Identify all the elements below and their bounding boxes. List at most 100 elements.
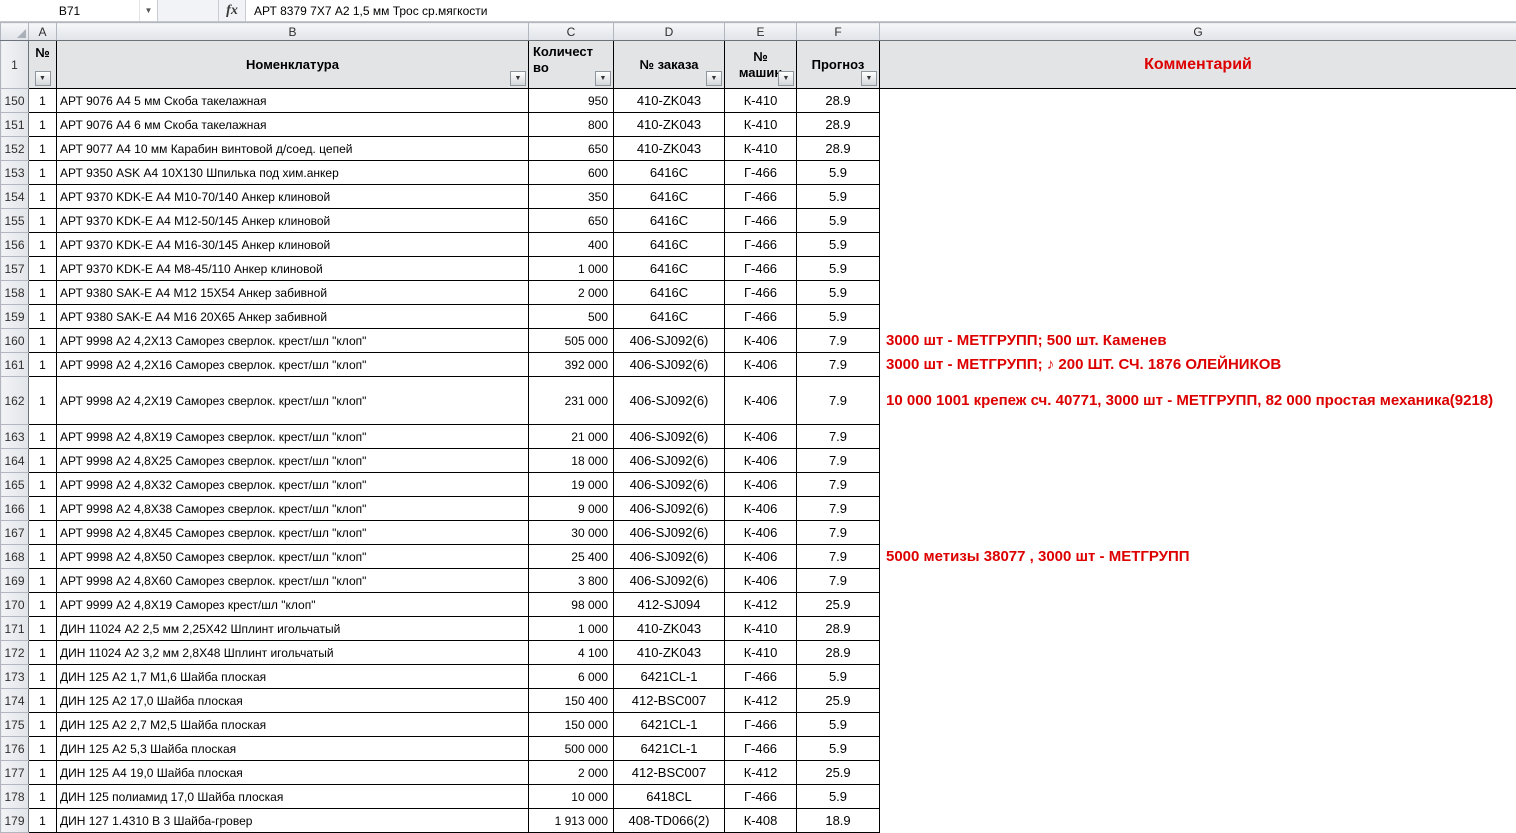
cell-comment[interactable]: 5000 метизы 38077 , 3000 шт - МЕТГРУПП	[880, 545, 1516, 569]
cell-comment[interactable]	[880, 209, 1516, 233]
cell-quantity[interactable]: 9 000	[529, 497, 614, 521]
cell-order-no[interactable]: 6416C	[614, 209, 725, 233]
cell-quantity[interactable]: 4 100	[529, 641, 614, 665]
cell-machine-no[interactable]: К-410	[725, 137, 797, 161]
row-header[interactable]: 172	[1, 641, 29, 665]
cell-no[interactable]: 1	[29, 353, 57, 377]
cell-forecast[interactable]: 25.9	[797, 689, 880, 713]
cell-comment[interactable]	[880, 137, 1516, 161]
cell-nomenclature[interactable]: АРТ 9380 SAK-E А4 М12 15Х54 Анкер забивн…	[57, 281, 529, 305]
cell-no[interactable]: 1	[29, 185, 57, 209]
cell-nomenclature[interactable]: АРТ 9998 А2 4,8Х45 Саморез сверлок. крес…	[57, 521, 529, 545]
cell-no[interactable]: 1	[29, 425, 57, 449]
row-header[interactable]: 151	[1, 113, 29, 137]
cell-order-no[interactable]: 410-ZK043	[614, 113, 725, 137]
cell-order-no[interactable]: 6416C	[614, 305, 725, 329]
row-header[interactable]: 159	[1, 305, 29, 329]
cell-forecast[interactable]: 28.9	[797, 113, 880, 137]
cell-quantity[interactable]: 1 000	[529, 617, 614, 641]
column-header-d[interactable]: D	[614, 23, 725, 41]
cell-machine-no[interactable]: К-408	[725, 809, 797, 833]
cell-comment[interactable]	[880, 185, 1516, 209]
cell-comment[interactable]: 3000 шт - МЕТГРУПП; ♪ 200 ШТ. СЧ. 1876 О…	[880, 353, 1516, 377]
cell-machine-no[interactable]: К-406	[725, 353, 797, 377]
cell-order-no[interactable]: 410-ZK043	[614, 641, 725, 665]
header-cell-forecast[interactable]: Прогноз ▼	[797, 41, 880, 89]
column-header-f[interactable]: F	[797, 23, 880, 41]
cell-nomenclature[interactable]: АРТ 9998 А2 4,2Х19 Саморез сверлок. крес…	[57, 377, 529, 425]
cell-machine-no[interactable]: Г-466	[725, 233, 797, 257]
cell-order-no[interactable]: 410-ZK043	[614, 617, 725, 641]
cell-no[interactable]: 1	[29, 497, 57, 521]
cell-forecast[interactable]: 5.9	[797, 737, 880, 761]
cell-no[interactable]: 1	[29, 521, 57, 545]
cell-quantity[interactable]: 1 000	[529, 257, 614, 281]
cell-order-no[interactable]: 406-SJ092(6)	[614, 449, 725, 473]
cell-quantity[interactable]: 505 000	[529, 329, 614, 353]
cell-comment[interactable]	[880, 737, 1516, 761]
cell-order-no[interactable]: 6416C	[614, 185, 725, 209]
cell-quantity[interactable]: 650	[529, 209, 614, 233]
cell-forecast[interactable]: 7.9	[797, 449, 880, 473]
cell-no[interactable]: 1	[29, 137, 57, 161]
cell-comment[interactable]	[880, 569, 1516, 593]
cell-machine-no[interactable]: К-406	[725, 329, 797, 353]
cell-order-no[interactable]: 406-SJ092(6)	[614, 569, 725, 593]
cell-no[interactable]: 1	[29, 281, 57, 305]
row-header[interactable]: 153	[1, 161, 29, 185]
row-header[interactable]: 164	[1, 449, 29, 473]
cell-quantity[interactable]: 2 000	[529, 761, 614, 785]
cell-comment[interactable]	[880, 761, 1516, 785]
cell-nomenclature[interactable]: ДИН 125 А2 17,0 Шайба плоская	[57, 689, 529, 713]
cell-machine-no[interactable]: К-410	[725, 641, 797, 665]
cell-no[interactable]: 1	[29, 689, 57, 713]
cell-nomenclature[interactable]: АРТ 9998 А2 4,8Х25 Саморез сверлок. крес…	[57, 449, 529, 473]
cell-order-no[interactable]: 406-SJ092(6)	[614, 521, 725, 545]
cell-quantity[interactable]: 10 000	[529, 785, 614, 809]
cell-nomenclature[interactable]: АРТ 9998 А2 4,8Х50 Саморез сверлок. крес…	[57, 545, 529, 569]
cell-quantity[interactable]: 3 800	[529, 569, 614, 593]
column-header-b[interactable]: B	[57, 23, 529, 41]
cell-forecast[interactable]: 5.9	[797, 281, 880, 305]
row-header[interactable]: 160	[1, 329, 29, 353]
cell-nomenclature[interactable]: ДИН 127 1.4310 В 3 Шайба-гровер	[57, 809, 529, 833]
column-header-e[interactable]: E	[725, 23, 797, 41]
cell-quantity[interactable]: 19 000	[529, 473, 614, 497]
cell-machine-no[interactable]: К-406	[725, 473, 797, 497]
cell-order-no[interactable]: 410-ZK043	[614, 89, 725, 113]
cell-comment[interactable]	[880, 233, 1516, 257]
row-header[interactable]: 173	[1, 665, 29, 689]
row-header[interactable]: 161	[1, 353, 29, 377]
cell-comment[interactable]	[880, 257, 1516, 281]
cell-nomenclature[interactable]: ДИН 11024 А2 2,5 мм 2,25Х42 Шплинт иголь…	[57, 617, 529, 641]
cell-quantity[interactable]: 2 000	[529, 281, 614, 305]
cell-forecast[interactable]: 28.9	[797, 137, 880, 161]
cell-comment[interactable]	[880, 281, 1516, 305]
cell-quantity[interactable]: 800	[529, 113, 614, 137]
cell-forecast[interactable]: 7.9	[797, 473, 880, 497]
cell-forecast[interactable]: 5.9	[797, 305, 880, 329]
cell-order-no[interactable]: 6421CL-1	[614, 665, 725, 689]
cell-forecast[interactable]: 5.9	[797, 209, 880, 233]
cell-comment[interactable]: 10 000 1001 крепеж сч. 40771, 3000 шт - …	[880, 377, 1516, 425]
row-header[interactable]: 1	[1, 41, 29, 89]
cell-comment[interactable]	[880, 665, 1516, 689]
row-header[interactable]: 162	[1, 377, 29, 425]
cell-nomenclature[interactable]: АРТ 9370 KDK-E А4 М12-50/145 Анкер клино…	[57, 209, 529, 233]
cell-order-no[interactable]: 406-SJ092(6)	[614, 353, 725, 377]
cell-forecast[interactable]: 7.9	[797, 497, 880, 521]
cell-nomenclature[interactable]: ДИН 125 А2 2,7 М2,5 Шайба плоская	[57, 713, 529, 737]
row-header[interactable]: 158	[1, 281, 29, 305]
cell-comment[interactable]	[880, 521, 1516, 545]
cell-forecast[interactable]: 7.9	[797, 521, 880, 545]
cell-order-no[interactable]: 406-SJ092(6)	[614, 377, 725, 425]
cell-machine-no[interactable]: Г-466	[725, 161, 797, 185]
cell-quantity[interactable]: 500 000	[529, 737, 614, 761]
cell-order-no[interactable]: 406-SJ092(6)	[614, 425, 725, 449]
cell-nomenclature[interactable]: АРТ 9998 А2 4,2Х16 Саморез сверлок. крес…	[57, 353, 529, 377]
cell-forecast[interactable]: 25.9	[797, 761, 880, 785]
filter-button-quantity[interactable]: ▼	[595, 71, 611, 86]
cell-forecast[interactable]: 7.9	[797, 425, 880, 449]
filter-button-nomenclature[interactable]: ▼	[510, 71, 526, 86]
cell-comment[interactable]	[880, 689, 1516, 713]
